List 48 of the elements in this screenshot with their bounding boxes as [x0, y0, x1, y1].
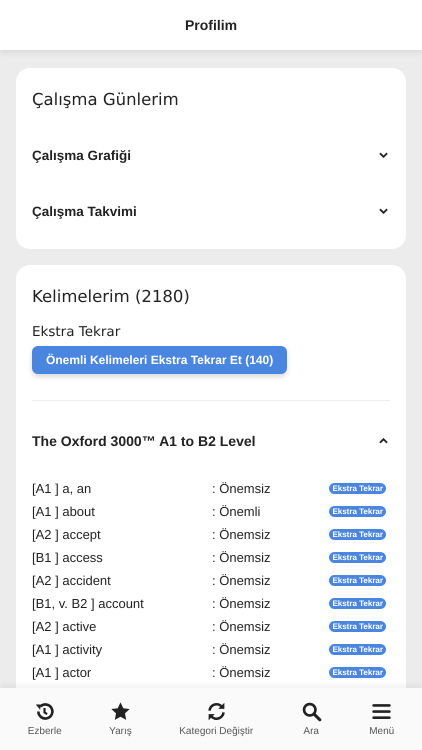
nav-tab[interactable]: Kategori Değiştir	[175, 701, 258, 737]
word-text: [A1 ] a, an	[32, 481, 92, 496]
importance-text: : Önemsiz	[212, 642, 272, 657]
menu-icon	[371, 701, 392, 722]
nav-tab[interactable]: Ara	[296, 701, 326, 737]
extra-review-button[interactable]: Ekstra Tekrar	[329, 621, 386, 632]
importance-text: : Önemsiz	[212, 619, 272, 634]
extra-review-button[interactable]: Önemli Kelimeleri Ekstra Tekrar Et (140)	[32, 346, 288, 374]
importance-text: : Önemsiz	[212, 665, 272, 680]
section-label: Ekstra Tekrar	[32, 324, 122, 340]
history-icon	[34, 701, 56, 722]
nav-tab[interactable]: Yarış	[105, 701, 136, 737]
nav-tab[interactable]: Menü	[365, 701, 398, 737]
extra-review-button[interactable]: Ekstra Tekrar	[329, 667, 386, 678]
importance-text: : Önemli	[212, 504, 262, 519]
importance-text: : Önemsiz	[212, 550, 272, 565]
page-title: Profilim	[184, 17, 238, 33]
extra-review-button[interactable]: Ekstra Tekrar	[329, 575, 386, 586]
word-text: [B1, v. B2 ] account	[32, 596, 145, 611]
word-text: [A1 ] about	[32, 504, 96, 519]
chevron-icon	[379, 152, 388, 158]
word-text: [B1 ] access	[32, 550, 104, 565]
accordion-header[interactable]: Çalışma Takvimi	[32, 183, 390, 239]
accordion-header[interactable]: Çalışma Grafiği	[32, 127, 390, 183]
importance-text: : Önemsiz	[212, 573, 272, 588]
refresh-icon	[206, 701, 227, 722]
importance-text: : Önemsiz	[212, 596, 272, 611]
word-text: [A2 ] active	[32, 619, 98, 634]
chevron-icon	[379, 208, 388, 214]
extra-review-button[interactable]: Ekstra Tekrar	[329, 644, 386, 655]
extra-review-button[interactable]: Ekstra Tekrar	[329, 483, 386, 494]
word-text: [A2 ] accept	[32, 527, 102, 542]
accordion-header[interactable]: The Oxford 3000™ A1 to B2 Level	[32, 413, 390, 469]
word-text: [A2 ] accident	[32, 573, 112, 588]
card-title: Kelimelerim (2180)	[32, 287, 191, 306]
extra-review-button[interactable]: Ekstra Tekrar	[329, 552, 386, 563]
importance-text: : Önemsiz	[212, 481, 272, 496]
importance-text: : Önemsiz	[212, 527, 272, 542]
word-text: [A1 ] activity	[32, 642, 104, 657]
extra-review-button[interactable]: Ekstra Tekrar	[329, 598, 386, 609]
star-icon	[110, 701, 131, 722]
nav-tab[interactable]: Ezberle	[24, 701, 66, 737]
card-title: Çalışma Günlerim	[32, 90, 180, 109]
extra-review-button[interactable]: Ekstra Tekrar	[329, 529, 386, 540]
extra-review-button[interactable]: Ekstra Tekrar	[329, 506, 386, 517]
search-icon	[300, 701, 322, 722]
word-text: [A1 ] actor	[32, 665, 92, 680]
chevron-icon	[379, 438, 388, 444]
